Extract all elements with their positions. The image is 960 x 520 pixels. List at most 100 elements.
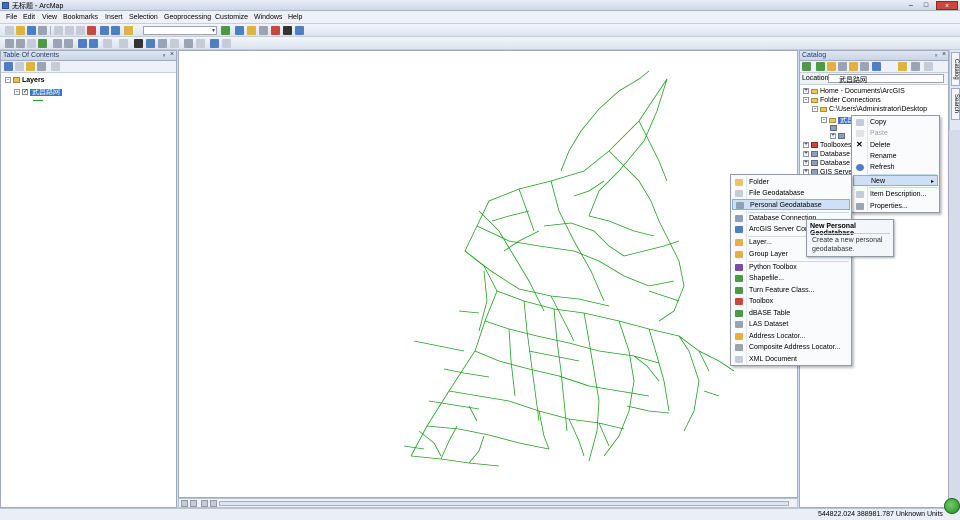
expand-icon[interactable]: + xyxy=(803,88,809,95)
map-scale-combo[interactable]: ▾ xyxy=(143,26,217,35)
new-file-geodatabase-menu-item[interactable]: File Geodatabase xyxy=(732,188,850,199)
catalog-window-icon[interactable] xyxy=(247,26,256,35)
refresh-view-icon[interactable] xyxy=(201,500,208,507)
collapse-icon[interactable]: - xyxy=(14,89,20,96)
catalog-child-item[interactable] xyxy=(830,125,839,132)
editor-toolbar-icon[interactable] xyxy=(221,26,230,35)
new-composite-address-locator-menu-item[interactable]: Composite Address Locator... xyxy=(732,342,850,353)
add-data-icon[interactable] xyxy=(124,26,133,35)
undo-icon[interactable] xyxy=(100,26,109,35)
catalog-close-button[interactable]: × xyxy=(942,51,946,58)
fixed-zoom-out-icon[interactable] xyxy=(64,39,73,48)
list-by-source-icon[interactable] xyxy=(15,62,24,71)
catalog-side-tab[interactable]: Catalog xyxy=(951,52,960,86)
new-shapefile-menu-item[interactable]: Shapefile... xyxy=(732,273,850,284)
search-window-icon[interactable] xyxy=(259,26,268,35)
identify-icon[interactable] xyxy=(146,39,155,48)
views-icon[interactable] xyxy=(872,62,881,71)
up-one-level-icon[interactable] xyxy=(827,62,836,71)
expand-icon[interactable]: + xyxy=(803,151,809,158)
catalog-autohide-button[interactable]: ₓ xyxy=(935,51,937,58)
find-icon[interactable] xyxy=(158,39,167,48)
data-view-icon[interactable] xyxy=(181,500,188,507)
paste-menu-item[interactable]: Paste xyxy=(853,128,938,139)
open-icon[interactable] xyxy=(16,26,25,35)
collapse-icon[interactable]: - xyxy=(803,97,809,104)
new-folder-icon[interactable] xyxy=(898,62,907,71)
menu-edit[interactable]: Edit xyxy=(23,14,35,21)
menu-bookmarks[interactable]: Bookmarks xyxy=(63,14,98,21)
new-las-dataset-menu-item[interactable]: LAS Dataset xyxy=(732,319,850,330)
menu-insert[interactable]: Insert xyxy=(105,14,123,21)
full-extent-icon[interactable] xyxy=(38,39,47,48)
copy-icon[interactable] xyxy=(65,26,74,35)
paste-icon[interactable] xyxy=(76,26,85,35)
zoom-out-icon[interactable] xyxy=(16,39,25,48)
metadata-icon[interactable] xyxy=(924,62,933,71)
cut-icon[interactable] xyxy=(54,26,63,35)
menu-windows[interactable]: Windows xyxy=(254,14,282,21)
arctoolbox-icon[interactable] xyxy=(271,26,280,35)
toc-layer-item[interactable]: - ✓ 武昌路网 xyxy=(14,87,62,97)
layer-visibility-checkbox[interactable]: ✓ xyxy=(22,89,28,96)
create-viewer-icon[interactable] xyxy=(222,39,231,48)
toc-autohide-button[interactable]: ₓ xyxy=(163,51,165,58)
menu-help[interactable]: Help xyxy=(288,14,302,21)
catalog-database-connections-item[interactable]: + Database xyxy=(803,160,850,167)
pause-drawing-icon[interactable] xyxy=(210,500,217,507)
list-by-selection-icon[interactable] xyxy=(37,62,46,71)
clear-selection-icon[interactable] xyxy=(119,39,128,48)
new-dbase-table-menu-item[interactable]: dBASE Table xyxy=(732,308,850,319)
menu-file[interactable]: File xyxy=(6,14,17,21)
item-description-menu-item[interactable]: Item Description... xyxy=(853,189,938,200)
select-elements-pointer-icon[interactable] xyxy=(134,39,143,48)
select-features-icon[interactable] xyxy=(103,39,112,48)
forward-extent-icon[interactable] xyxy=(89,39,98,48)
maximize-button[interactable]: □ xyxy=(919,1,933,10)
horizontal-scrollbar[interactable] xyxy=(219,501,789,506)
list-by-visibility-icon[interactable] xyxy=(26,62,35,71)
refresh-menu-item[interactable]: Refresh xyxy=(853,162,938,173)
print-icon[interactable] xyxy=(38,26,47,35)
catalog-toolboxes-item[interactable]: + Toolboxes xyxy=(803,142,852,149)
toc-layers-root[interactable]: - Layers xyxy=(5,77,45,84)
collapse-icon[interactable]: - xyxy=(812,106,818,113)
expand-icon[interactable]: + xyxy=(830,133,836,140)
map-view[interactable] xyxy=(178,50,798,498)
collapse-icon[interactable]: - xyxy=(821,117,827,124)
zoom-in-icon[interactable] xyxy=(5,39,14,48)
home-icon[interactable] xyxy=(838,62,847,71)
menu-selection[interactable]: Selection xyxy=(129,14,158,21)
expand-icon[interactable]: + xyxy=(803,160,809,167)
layer-name[interactable]: 武昌路网 xyxy=(30,89,62,96)
menu-customize[interactable]: Customize xyxy=(215,14,248,21)
table-of-contents-icon[interactable] xyxy=(235,26,244,35)
new-python-toolbox-menu-item[interactable]: Python Toolbox xyxy=(732,262,850,273)
menu-geoprocessing[interactable]: Geoprocessing xyxy=(164,14,211,21)
properties-menu-item[interactable]: Properties... xyxy=(853,201,938,212)
html-popup-icon[interactable] xyxy=(196,39,205,48)
toggle-contents-icon[interactable] xyxy=(860,62,869,71)
new-personal-geodatabase-menu-item[interactable]: Personal Geodatabase xyxy=(732,199,850,210)
minimize-button[interactable]: – xyxy=(904,1,918,10)
catalog-home-item[interactable]: + Home - Documents\ArcGIS xyxy=(803,88,905,95)
new-menu-item[interactable]: New ▸ xyxy=(853,175,938,186)
back-icon[interactable] xyxy=(802,62,811,71)
copy-menu-item[interactable]: Copy xyxy=(853,117,938,128)
menu-view[interactable]: View xyxy=(42,14,57,21)
back-extent-icon[interactable] xyxy=(78,39,87,48)
hyperlink-icon[interactable] xyxy=(170,39,179,48)
new-folder-menu-item[interactable]: Folder xyxy=(732,177,850,188)
new-toolbox-menu-item[interactable]: Toolbox xyxy=(732,296,850,307)
collapse-icon[interactable]: - xyxy=(5,77,11,84)
catalog-desktop-item[interactable]: - C:\Users\Administrator\Desktop xyxy=(812,106,927,113)
close-button[interactable]: × xyxy=(936,1,958,10)
model-builder-icon[interactable] xyxy=(295,26,304,35)
new-xml-document-menu-item[interactable]: XML Document xyxy=(732,354,850,365)
catalog-options-icon[interactable] xyxy=(911,62,920,71)
delete-menu-item[interactable]: ✕ Delete xyxy=(853,140,938,151)
new-address-locator-menu-item[interactable]: Address Locator... xyxy=(732,331,850,342)
forward-icon[interactable] xyxy=(816,62,825,71)
time-slider-icon[interactable] xyxy=(210,39,219,48)
toc-close-button[interactable]: × xyxy=(170,51,174,58)
